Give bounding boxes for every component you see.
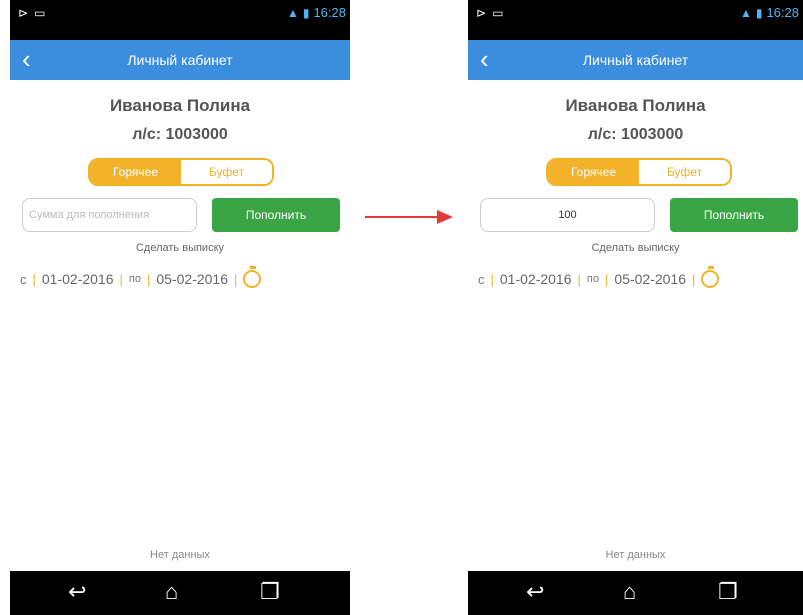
status-bar: ⊳ ▭ ▲ ▮ 16:28 (468, 0, 803, 40)
navigation-bar: ↩ ⌂ ❐ (468, 571, 803, 615)
tab-buffet[interactable]: Буфет (181, 160, 272, 184)
page-title: Личный кабинет (582, 52, 689, 68)
user-name: Иванова Полина (109, 96, 251, 115)
signal-icon: ▲ (286, 5, 299, 20)
date-range: с | 01-02-2016 | по | 05-02-2016 | (20, 266, 262, 288)
status-time: 16:28 (313, 5, 346, 20)
recents-nav-icon[interactable]: ❐ (260, 579, 280, 605)
divider: | (234, 271, 238, 287)
date-to-prefix: по (128, 273, 141, 285)
date-to[interactable]: 05-02-2016 (156, 271, 228, 287)
notification-icon: ⊳ (18, 6, 29, 20)
phone-screen-before: ⊳ ▭ ▲ ▮ 16:28 ‹ Личный кабинет Иванова По… (10, 0, 350, 615)
account-number: л/с: 1003000 (132, 126, 228, 143)
app-bar: ‹ Личный кабинет (10, 40, 350, 80)
date-to-prefix: по (586, 273, 599, 285)
divider: | (490, 271, 494, 287)
amount-input[interactable] (480, 198, 655, 232)
date-from-prefix: с (478, 271, 485, 287)
status-bar: ⊳ ▭ ▲ ▮ 16:28 (10, 0, 350, 40)
status-time: 16:28 (766, 5, 799, 20)
divider: | (577, 271, 581, 287)
transition-arrow-icon (365, 210, 453, 224)
amount-input[interactable] (22, 198, 197, 232)
statement-link[interactable]: Сделать выписку (10, 242, 350, 254)
statement-link[interactable]: Сделать выписку (468, 242, 803, 254)
user-name: Иванова Полина (565, 96, 706, 115)
menu-toggle: Горячее Буфет (546, 158, 732, 186)
divider: | (604, 271, 609, 287)
date-to[interactable]: 05-02-2016 (614, 271, 686, 287)
app-bar: ‹ Личный кабинет (468, 40, 803, 80)
back-nav-icon[interactable]: ↩ (526, 579, 544, 605)
date-from-prefix: с (20, 271, 27, 287)
topup-button[interactable]: Пополнить (670, 198, 798, 232)
clock-icon[interactable] (243, 266, 262, 288)
divider: | (692, 271, 696, 287)
home-nav-icon[interactable]: ⌂ (165, 579, 178, 605)
date-range: с | 01-02-2016 | по | 05-02-2016 | (478, 266, 720, 288)
clock-icon[interactable] (701, 266, 720, 288)
image-icon: ▭ (492, 6, 504, 20)
tab-hot[interactable]: Горячее (548, 160, 639, 184)
notification-icon: ⊳ (476, 6, 487, 20)
battery-icon: ▮ (755, 5, 763, 20)
page-title: Личный кабинет (127, 52, 233, 68)
tab-hot[interactable]: Горячее (90, 160, 181, 184)
image-icon: ▭ (34, 6, 46, 20)
divider: | (119, 271, 123, 287)
phone-screen-after: ⊳ ▭ ▲ ▮ 16:28 ‹ Личный кабинет Иванова По… (468, 0, 803, 615)
no-data-text: Нет данных (605, 549, 666, 561)
home-nav-icon[interactable]: ⌂ (623, 579, 636, 605)
no-data-text: Нет данных (150, 549, 210, 561)
divider: | (146, 271, 151, 287)
menu-toggle: Горячее Буфет (88, 158, 274, 186)
account-number: л/с: 1003000 (587, 126, 684, 143)
signal-icon: ▲ (739, 5, 752, 20)
date-from[interactable]: 01-02-2016 (42, 271, 114, 287)
navigation-bar: ↩ ⌂ ❐ (10, 571, 350, 615)
tab-buffet[interactable]: Буфет (639, 160, 730, 184)
divider: | (32, 271, 36, 287)
recents-nav-icon[interactable]: ❐ (718, 579, 738, 605)
topup-button[interactable]: Пополнить (212, 198, 340, 232)
battery-icon: ▮ (302, 5, 310, 20)
date-from[interactable]: 01-02-2016 (500, 271, 572, 287)
back-nav-icon[interactable]: ↩ (68, 579, 86, 605)
